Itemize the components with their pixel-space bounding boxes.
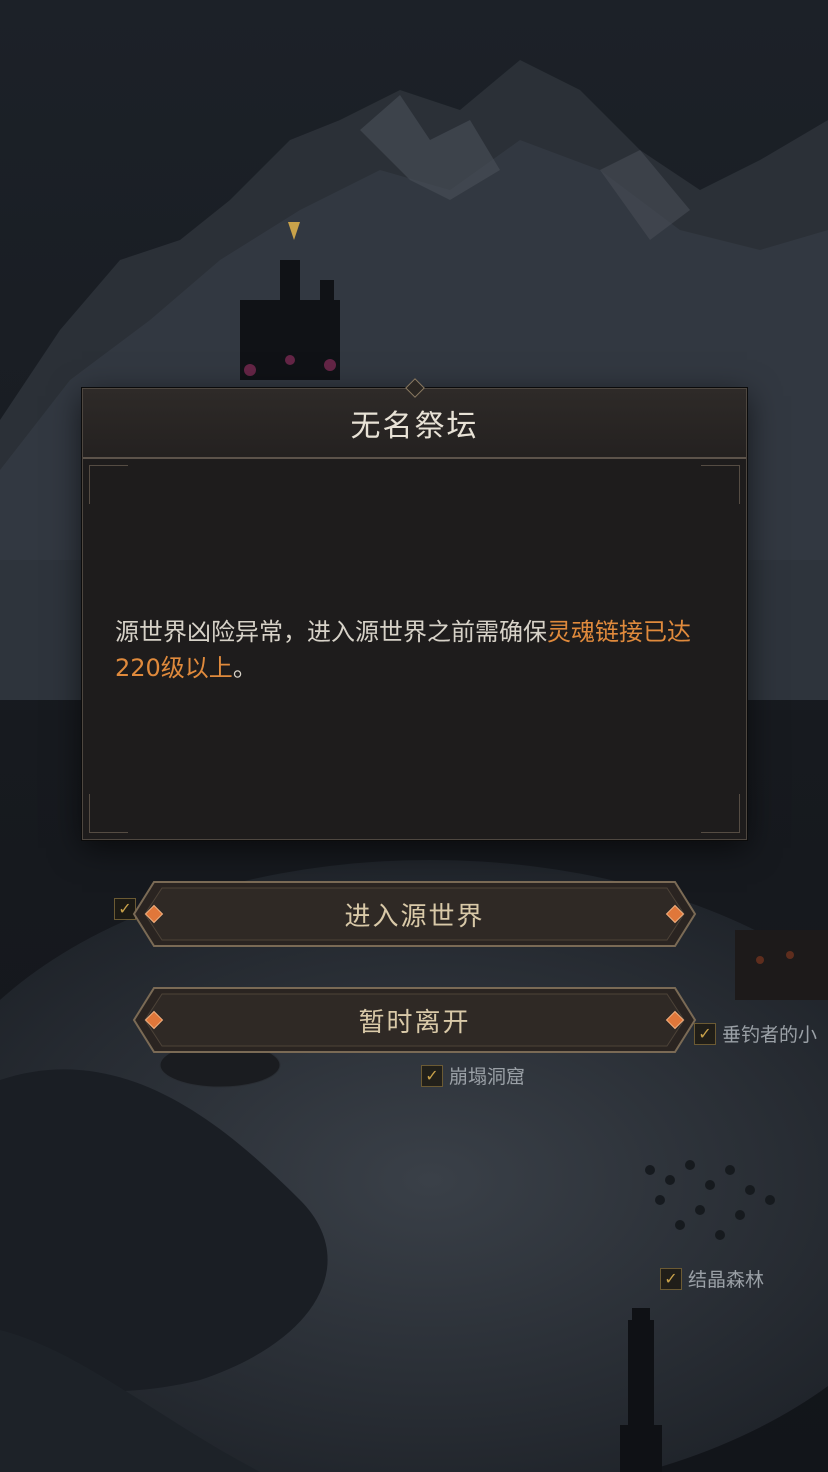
corner-ornament [701, 465, 740, 504]
map-label-text: 结晶森林 [688, 1269, 765, 1291]
altar-dialog: 无名祭坛 源世界凶险异常，进入源世界之前需确保灵魂链接已达220级以上。 [82, 378, 747, 840]
dialog-title: 无名祭坛 [350, 409, 479, 444]
map-label-text: 崩塌洞窟 [449, 1066, 526, 1088]
dialog-message: 源世界凶险异常，进入源世界之前需确保灵魂链接已达220级以上。 [115, 614, 716, 686]
enter-button-label: 进入源世界 [344, 901, 485, 932]
message-prefix: 源世界凶险异常，进入源世界之前需确保 [115, 618, 547, 646]
corner-ornament [701, 794, 740, 833]
dialog-header: 无名祭坛 [83, 389, 746, 459]
message-suffix: 。 [232, 654, 257, 682]
corner-ornament [89, 794, 128, 833]
corner-ornament [89, 465, 128, 504]
map-label-crystal-forest[interactable]: ✓ 结晶森林 [660, 1265, 764, 1292]
checkmark-icon: ✓ [421, 1064, 443, 1087]
checkmark-icon: ✓ [660, 1267, 682, 1290]
map-label-collapsed-cave[interactable]: ✓ 崩塌洞窟 [421, 1062, 525, 1089]
enter-source-world-button[interactable]: 进入源世界 [132, 878, 697, 950]
map-label-text: 垂钓者的小 [722, 1024, 818, 1046]
leave-button-label: 暂时离开 [358, 1007, 471, 1038]
leave-temporarily-button[interactable]: 暂时离开 [132, 984, 697, 1056]
checkmark-icon: ✓ [694, 1022, 716, 1045]
map-label-fisher-hut[interactable]: ✓ 垂钓者的小 [694, 1020, 817, 1047]
